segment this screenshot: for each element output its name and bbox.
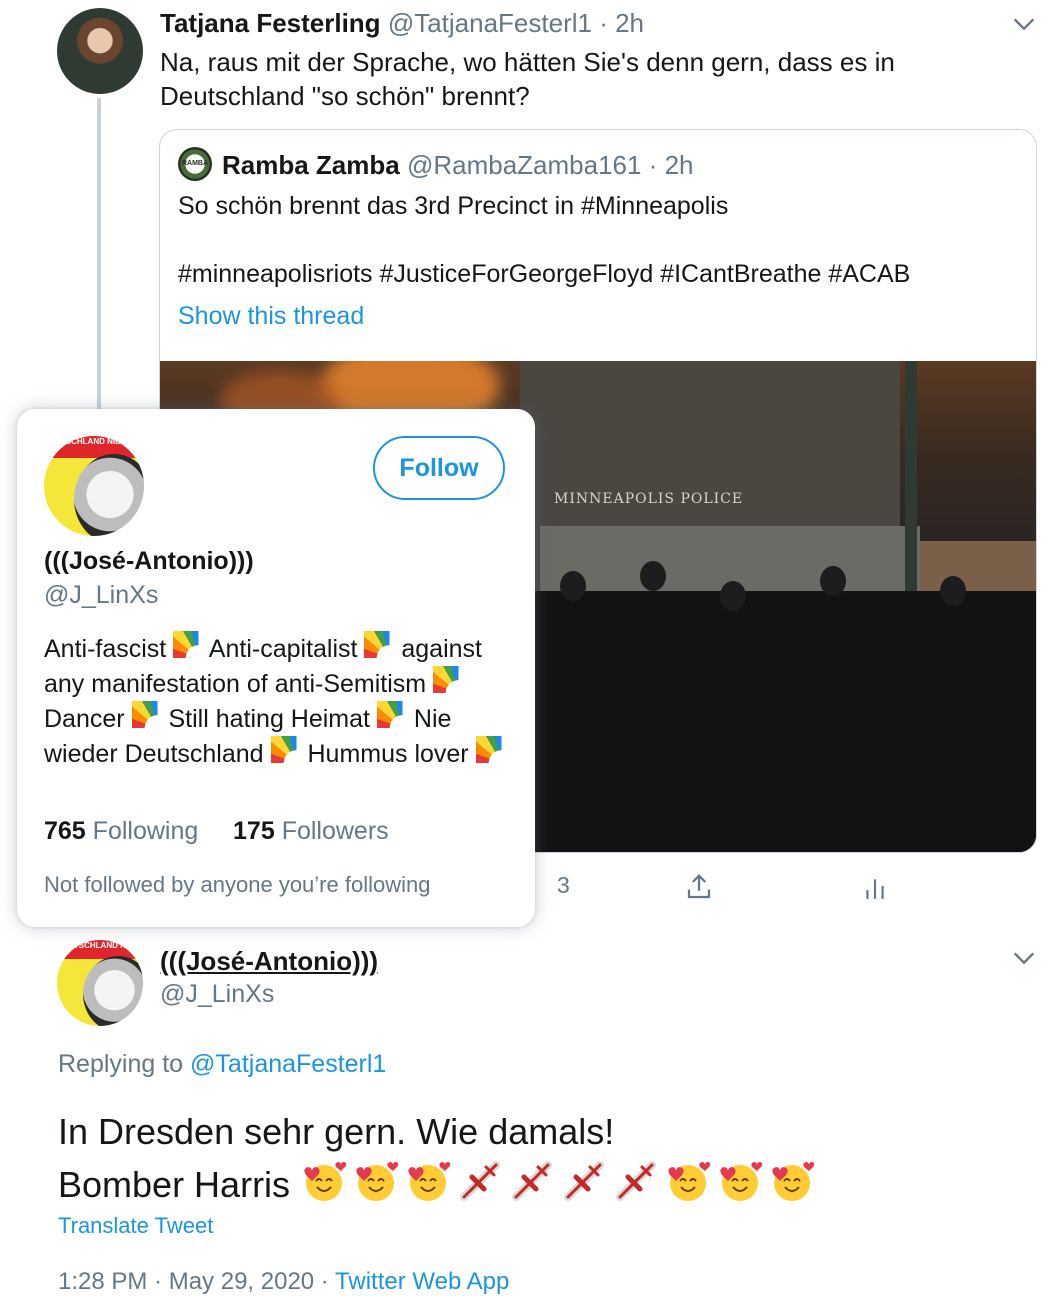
smiling-face-with-hearts-icon (356, 1162, 399, 1201)
avatar-banner-text: DEUTSCHLAND NIE WIEDER! (44, 436, 144, 458)
following-count: 765 (44, 817, 86, 845)
quoted-tweet-header: Ramba Zamba @RambaZamba161 · 2h (222, 150, 694, 181)
avatar-portrait (74, 454, 144, 536)
airplane-icon (460, 1161, 501, 1201)
airplane-icon (564, 1161, 605, 1201)
quoted-author-name: Ramba Zamba (222, 150, 400, 180)
avatar-text: RAMBA ZAMBA (181, 160, 209, 167)
airplane-icon (616, 1161, 657, 1201)
quoted-author-avatar: RAMBA ZAMBA (178, 147, 212, 181)
tweet-header: Tatjana Festerling @TatjanaFesterl1 · 2h (160, 8, 644, 39)
tweet-time[interactable]: · 2h (599, 8, 644, 38)
quoted-author-handle: @RambaZamba161 (406, 150, 642, 180)
reply-author-avatar[interactable]: DEUTSCHLAND NIE WIEDER! (57, 940, 143, 1026)
bio-text: Dancer (44, 705, 125, 733)
tweet-text-line: Na, raus mit der Sprache, wo hätten Sie'… (160, 47, 895, 77)
chevron-down-icon[interactable] (1010, 10, 1038, 38)
reply-author-handle[interactable]: @J_LinXs (160, 980, 274, 1009)
share-icon[interactable] (684, 872, 714, 902)
crowd (520, 561, 1036, 852)
analytics-icon[interactable] (862, 874, 888, 902)
profile-name[interactable]: (((José-Antonio))) (44, 547, 254, 576)
airplane-icon (512, 1161, 553, 1201)
replying-to-handle[interactable]: @TatjanaFesterl1 (190, 1050, 386, 1078)
crowd-silhouette (560, 571, 586, 601)
tweet-author-handle[interactable]: @TatjanaFesterl1 (388, 8, 592, 38)
quoted-tweet-time: · 2h (648, 150, 694, 180)
rainbow-icon (173, 631, 204, 661)
reply-tweet-text: In Dresden sehr gern. Wie damals! Bomber… (58, 1106, 958, 1210)
replying-to: Replying to @TatjanaFesterl1 (58, 1050, 386, 1079)
reply-count[interactable]: 3 (557, 872, 570, 899)
smiling-face-with-hearts-icon (772, 1162, 815, 1201)
bio-text: Hummus lover (307, 740, 469, 768)
crowd-silhouette (940, 576, 966, 606)
show-thread-link[interactable]: Show this thread (178, 302, 364, 331)
rainbow-icon (270, 736, 301, 766)
reply-text-line: In Dresden sehr gern. Wie damals! (58, 1111, 615, 1152)
photo-sign-text: MINNEAPOLIS POLICE (554, 491, 744, 507)
bio-text: Still hating Heimat (168, 705, 370, 733)
bio-text: Anti-fascist (44, 635, 167, 663)
avatar-banner-text: DEUTSCHLAND NIE WIEDER! (57, 940, 143, 959)
chevron-down-icon[interactable] (1010, 944, 1038, 972)
crowd-silhouette (720, 581, 746, 611)
followers-link[interactable]: 175 Followers (233, 817, 389, 845)
profile-bio: Anti-fascist Anti-capitalist against any… (44, 631, 514, 771)
rainbow-icon (376, 701, 407, 731)
reply-text-line: Bomber Harris (58, 1164, 291, 1205)
crowd-silhouette (820, 566, 846, 596)
following-link[interactable]: 765 Following (44, 817, 198, 845)
translate-tweet-link[interactable]: Translate Tweet (58, 1213, 213, 1239)
profile-handle[interactable]: @J_LinXs (44, 581, 158, 610)
tweet-author-name[interactable]: Tatjana Festerling (160, 8, 381, 38)
emoji-row (300, 1161, 820, 1205)
followers-label: Followers (281, 817, 389, 845)
rainbow-icon (475, 736, 506, 766)
thread-connector-line (97, 98, 101, 410)
tweet-text-line: Deutschland "so schön" brennt? (160, 81, 530, 111)
tweet-timestamp: 1:28 PM · May 29, 2020 · Twitter Web App (58, 1268, 509, 1296)
smiling-face-with-hearts-icon (668, 1162, 711, 1201)
smiling-face-with-hearts-icon (408, 1162, 451, 1201)
smiling-face-with-hearts-icon (720, 1162, 763, 1201)
following-label: Following (92, 817, 199, 845)
followers-you-know-note: Not followed by anyone you’re following (44, 872, 431, 897)
followers-count: 175 (233, 817, 275, 845)
quoted-tweet-hashtags: #minneapolisriots #JusticeForGeorgeFloyd… (178, 260, 911, 288)
crowd-silhouette (640, 561, 666, 591)
profile-stats: 765 Following 175 Followers (44, 817, 389, 846)
rainbow-icon (364, 631, 395, 661)
follow-button[interactable]: Follow (373, 436, 505, 500)
smiling-face-with-hearts-icon (304, 1162, 347, 1201)
reply-author-name[interactable]: (((José-Antonio))) (160, 946, 378, 977)
replying-to-prefix: Replying to (58, 1050, 184, 1078)
quoted-tweet-text: So schön brennt das 3rd Precinct in #Min… (178, 192, 729, 220)
tweet-author-avatar[interactable] (57, 8, 143, 94)
rainbow-icon (433, 666, 464, 696)
reply-text-line-2: Bomber Harris (58, 1157, 958, 1210)
profile-avatar[interactable]: DEUTSCHLAND NIE WIEDER! (44, 436, 144, 536)
avatar-portrait (83, 956, 143, 1026)
profile-hover-card: DEUTSCHLAND NIE WIEDER! Follow (((José-A… (17, 409, 535, 927)
tweet-text: Na, raus mit der Sprache, wo hätten Sie'… (160, 45, 960, 113)
bio-text: Anti-capitalist (208, 635, 358, 663)
rainbow-icon (131, 701, 162, 731)
